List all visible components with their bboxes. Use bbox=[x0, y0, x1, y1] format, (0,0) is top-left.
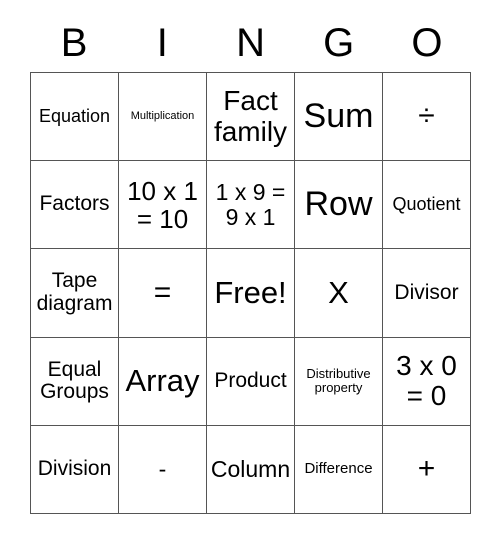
bingo-cell-label: Tape diagram bbox=[36, 269, 113, 315]
bingo-cell-r1c4[interactable]: Sum bbox=[295, 73, 383, 162]
bingo-cell-label: 10 x 1 = 10 bbox=[127, 175, 198, 234]
bingo-cell-r4c5[interactable]: 3 x 0 = 0 bbox=[383, 337, 471, 426]
bingo-grid: Equation Multiplication Fact family Sum … bbox=[30, 72, 471, 514]
bingo-header-letter-g: G bbox=[323, 21, 355, 65]
bingo-cell-r1c2[interactable]: Multiplication bbox=[119, 73, 207, 162]
bingo-cell-r2c2[interactable]: 10 x 1 = 10 bbox=[119, 161, 207, 250]
bingo-cell-r5c4[interactable]: Difference bbox=[295, 425, 383, 514]
bingo-cell-label: ÷ bbox=[418, 99, 435, 133]
bingo-cell-free-space[interactable]: Free! bbox=[207, 249, 295, 338]
bingo-header-letter-o: O bbox=[411, 21, 443, 65]
bingo-cell-label: Column bbox=[210, 455, 291, 482]
bingo-cell-label: + bbox=[417, 452, 436, 486]
bingo-cell-label: - bbox=[158, 455, 167, 482]
bingo-cell-r2c5[interactable]: Quotient bbox=[383, 161, 471, 250]
bingo-cell-r4c1[interactable]: Equal Groups bbox=[31, 337, 119, 426]
bingo-cell-r1c5[interactable]: ÷ bbox=[383, 73, 471, 162]
bingo-cell-label: Sum bbox=[303, 97, 374, 136]
bingo-cell-r4c2[interactable]: Array bbox=[119, 337, 207, 426]
bingo-cell-r4c3[interactable]: Product bbox=[207, 337, 295, 426]
bingo-cell-r3c2[interactable]: = bbox=[119, 249, 207, 338]
bingo-cell-r4c4[interactable]: Distributive property bbox=[295, 337, 383, 426]
bingo-header-row: B I N G O bbox=[30, 14, 471, 72]
bingo-cell-label: Divisor bbox=[394, 280, 459, 304]
bingo-cell-label: Difference bbox=[304, 460, 373, 478]
bingo-cell-label: Fact family bbox=[213, 85, 288, 147]
bingo-cell-r5c2[interactable]: - bbox=[119, 425, 207, 514]
bingo-cell-label: Multiplication bbox=[130, 109, 195, 122]
bingo-cell-r1c3[interactable]: Fact family bbox=[207, 73, 295, 162]
bingo-cell-label: Equal Groups bbox=[40, 357, 109, 404]
bingo-cell-label: Division bbox=[37, 457, 112, 481]
bingo-cell-label: X bbox=[328, 275, 349, 311]
bingo-cell-r3c5[interactable]: Divisor bbox=[383, 249, 471, 338]
bingo-cell-r3c4[interactable]: X bbox=[295, 249, 383, 338]
bingo-card: B I N G O Equation Multiplication Fact f… bbox=[0, 0, 500, 544]
bingo-header-letter-i: I bbox=[156, 21, 168, 65]
bingo-cell-label: = bbox=[153, 275, 172, 309]
bingo-cell-label: Equation bbox=[38, 105, 111, 126]
bingo-cell-label: Quotient bbox=[392, 194, 461, 215]
bingo-cell-label: Distributive property bbox=[306, 366, 371, 396]
bingo-cell-label: Row bbox=[304, 185, 373, 224]
bingo-header-letter-b: B bbox=[60, 21, 88, 65]
bingo-cell-r2c4[interactable]: Row bbox=[295, 161, 383, 250]
bingo-cell-r2c3[interactable]: 1 x 9 = 9 x 1 bbox=[207, 161, 295, 250]
bingo-cell-label: Factors bbox=[39, 192, 110, 216]
bingo-cell-label: Product bbox=[214, 368, 287, 392]
bingo-cell-r5c1[interactable]: Division bbox=[31, 425, 119, 514]
bingo-cell-r5c5[interactable]: + bbox=[383, 425, 471, 514]
bingo-cell-r3c1[interactable]: Tape diagram bbox=[31, 249, 119, 338]
bingo-cell-label: Free! bbox=[214, 275, 287, 311]
bingo-cell-label: Array bbox=[125, 363, 200, 399]
bingo-cell-label: 3 x 0 = 0 bbox=[396, 349, 457, 412]
bingo-cell-r1c1[interactable]: Equation bbox=[31, 73, 119, 162]
bingo-header-letter-n: N bbox=[236, 21, 265, 65]
bingo-cell-label: 1 x 9 = 9 x 1 bbox=[215, 178, 286, 230]
bingo-cell-r2c1[interactable]: Factors bbox=[31, 161, 119, 250]
bingo-cell-r5c3[interactable]: Column bbox=[207, 425, 295, 514]
